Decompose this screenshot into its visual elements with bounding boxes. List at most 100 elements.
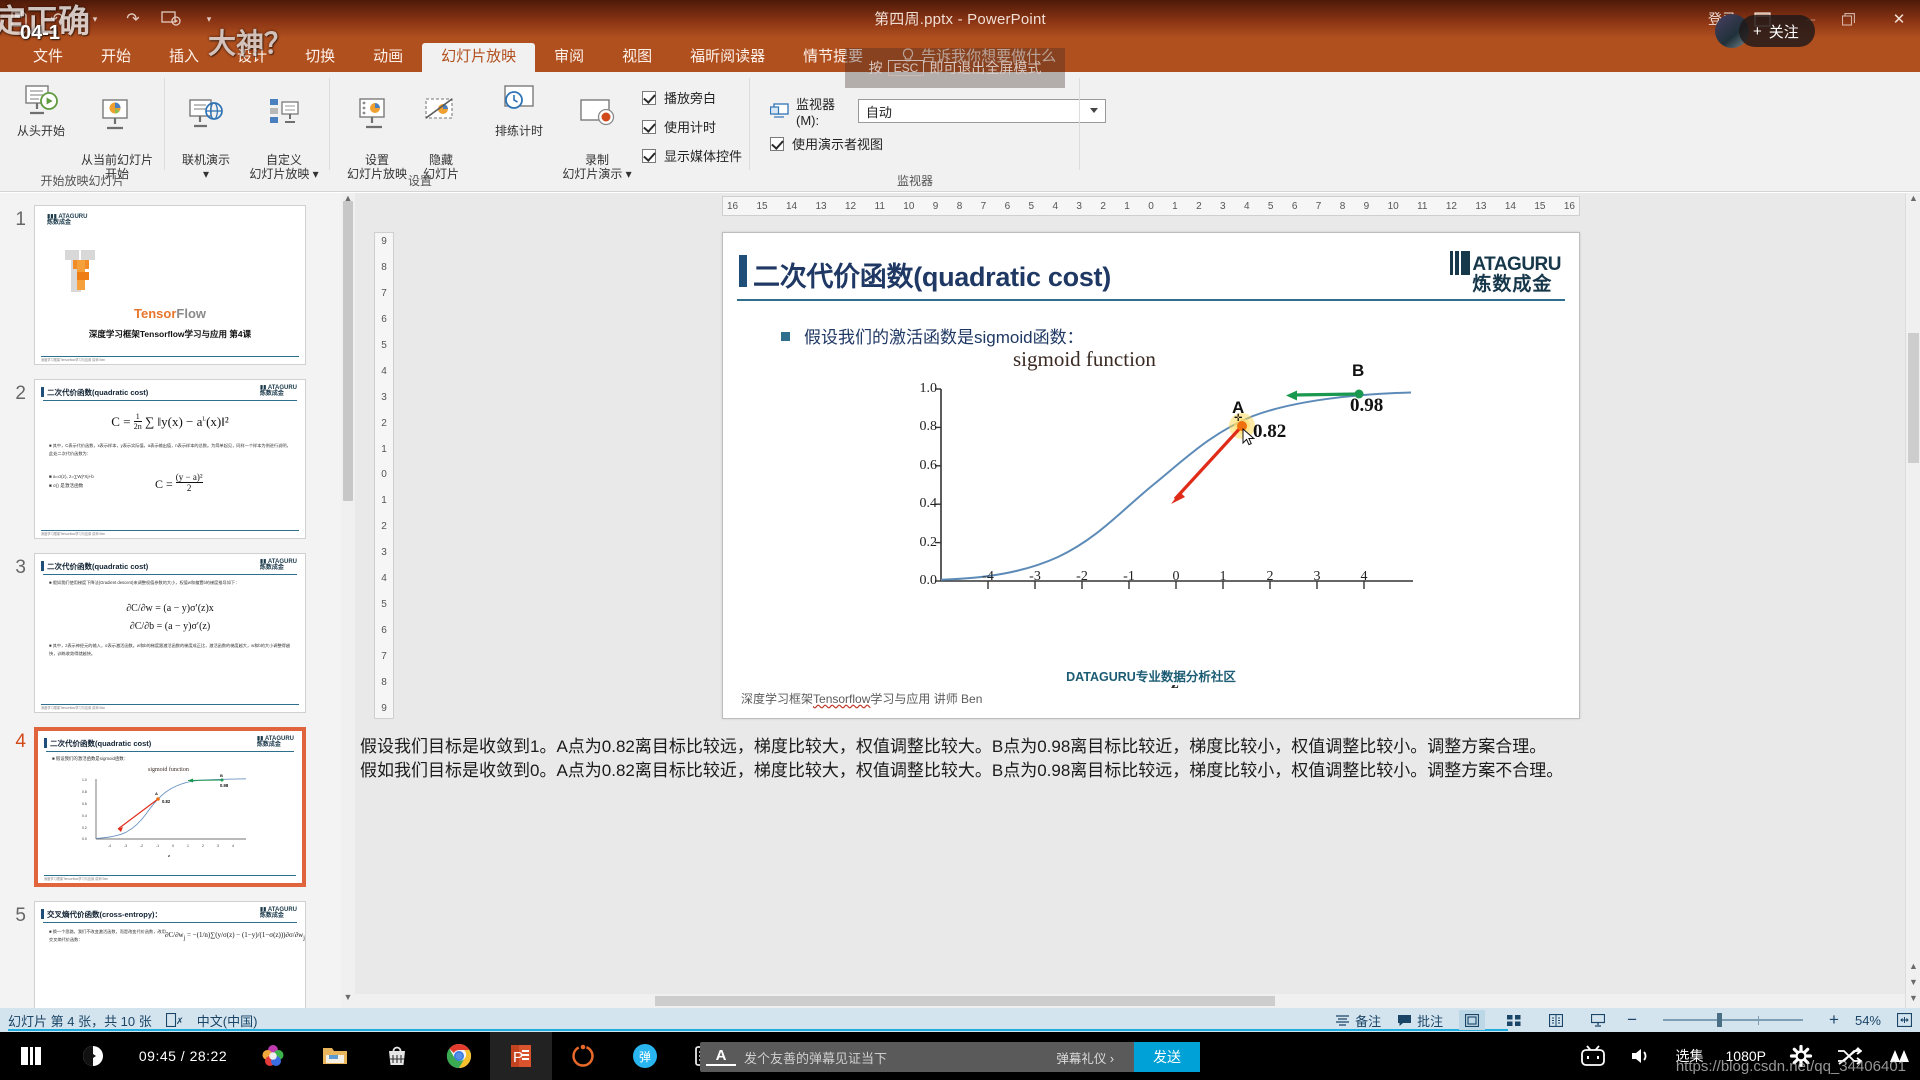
fit-to-window-icon[interactable] — [1897, 1013, 1912, 1027]
hide-slide-button[interactable]: 隐藏 幻灯片 — [402, 80, 480, 182]
powerpoint-icon[interactable]: P — [490, 1032, 552, 1080]
language-label[interactable]: 中文(中国) — [197, 1011, 258, 1030]
windows-start-icon[interactable] — [0, 1032, 62, 1080]
thumbnail-row-4[interactable]: 4 二次代价函数(quadratic cost) ▮▮ ATAGURU 炼数成金 … — [0, 727, 340, 887]
thumbnail-slide-4[interactable]: 二次代价函数(quadratic cost) ▮▮ ATAGURU 炼数成金 ■ … — [34, 727, 306, 887]
mini-logo: ▮▮ ATAGURU 炼数成金 — [259, 559, 297, 571]
follow-overlay[interactable]: + 关注 — [1715, 14, 1815, 48]
photos-icon[interactable] — [242, 1032, 304, 1080]
checkbox-presenter-view[interactable]: 使用演示者视图 — [770, 134, 883, 153]
thumbnail-slide-1[interactable]: ▮▮▮ ATAGURU 炼数成金 TensorFlow 深度学习框架Tensorf… — [34, 205, 306, 365]
view-reading-button[interactable] — [1543, 1010, 1569, 1030]
checkbox-box[interactable] — [642, 90, 656, 105]
thumbnail-slide-3[interactable]: 二次代价函数(quadratic cost) ▮▮ ATAGURU 炼数成金 ■ … — [34, 553, 306, 713]
checkbox-box[interactable] — [770, 136, 784, 151]
tab-file[interactable]: 文件 — [14, 43, 82, 72]
view-slide-sorter-button[interactable] — [1501, 1010, 1527, 1030]
store-icon[interactable] — [366, 1032, 428, 1080]
comments-toggle[interactable]: 批注 — [1397, 1011, 1443, 1030]
view-normal-button[interactable] — [1459, 1010, 1486, 1030]
start-from-beginning-button[interactable]: 从头开始 — [2, 80, 80, 138]
editor-horizontal-scrollbar[interactable] — [355, 994, 1905, 1008]
scroll-thumb[interactable] — [343, 201, 353, 501]
ubuntu-icon[interactable] — [552, 1032, 614, 1080]
notes-icon — [1335, 1014, 1350, 1027]
tab-transitions[interactable]: 切换 — [286, 43, 354, 72]
thumbnail-row-1[interactable]: 1 ▮▮▮ ATAGURU 炼数成金 TensorFlow 深度学习框架Tenso… — [0, 205, 340, 365]
tab-storyboard[interactable]: 情节提要 — [784, 43, 882, 72]
restore-button[interactable] — [1842, 12, 1868, 26]
scroll-thumb[interactable] — [1908, 333, 1919, 463]
chevron-down-icon[interactable] — [1090, 108, 1099, 113]
custom-slideshow-button[interactable]: 自定义 幻灯片放映 ▾ — [245, 80, 323, 182]
scroll-next-slide-icon[interactable]: ▼ — [1906, 977, 1920, 992]
thumbnail-row-5[interactable]: 5 交叉熵代价函数(cross-entropy)： ▮▮ ATAGURU 炼数成金… — [0, 901, 340, 1008]
tab-slideshow[interactable]: 幻灯片放映 — [422, 43, 536, 72]
rehearse-timings-button[interactable]: 排练计时 — [480, 80, 558, 138]
thumbnail-row-3[interactable]: 3 二次代价函数(quadratic cost) ▮▮ ATAGURU 炼数成金 … — [0, 553, 340, 713]
scroll-up-icon[interactable]: ▲ — [1906, 193, 1920, 208]
slide-thumbnail-pane[interactable]: 1 ▮▮▮ ATAGURU 炼数成金 TensorFlow 深度学习框架Tenso… — [0, 193, 355, 1008]
thumbnail-slide-2[interactable]: 二次代价函数(quadratic cost) ▮▮ ATAGURU 炼数成金 C … — [34, 379, 306, 539]
tab-insert[interactable]: 插入 — [150, 43, 218, 72]
record-slideshow-button[interactable]: 录制 幻灯片演示 ▾ — [558, 80, 636, 182]
close-button[interactable]: ✕ — [1886, 10, 1912, 28]
start-from-current-button[interactable]: 从当前幻灯片 开始 — [78, 80, 156, 182]
tab-animations[interactable]: 动画 — [354, 43, 422, 72]
follow-button[interactable]: + 关注 — [1739, 15, 1815, 47]
zoom-level-label[interactable]: 54% — [1855, 1013, 1881, 1028]
tell-me-box[interactable]: 告诉我你想要做什么 — [882, 42, 1075, 72]
danmu-input-box[interactable]: A 发个友善的弹幕见证当下 弹幕礼仪 › 发送 — [700, 1042, 1200, 1072]
notes-toggle[interactable]: 备注 — [1335, 1011, 1381, 1030]
zoom-slider[interactable] — [1653, 1013, 1813, 1027]
scroll-down-icon[interactable]: ▼ — [341, 992, 355, 1008]
slide-counter[interactable]: 幻灯片 第 4 张，共 10 张 — [8, 1011, 152, 1030]
slide-canvas[interactable]: 二次代价函数(quadratic cost) ATAGURU 炼数成金 假设我们… — [722, 232, 1580, 719]
thumbnail-number: 3 — [15, 557, 26, 578]
bilibili-danmu-icon[interactable]: 弹 — [614, 1032, 676, 1080]
x-tick-label: -2 — [1076, 569, 1088, 584]
present-online-button[interactable]: 联机演示 ▾ — [167, 80, 245, 182]
checkbox-box[interactable] — [642, 119, 656, 134]
tab-review[interactable]: 审阅 — [535, 43, 603, 72]
ruler-tick: 6 — [1004, 200, 1011, 212]
scroll-thumb[interactable] — [655, 996, 1275, 1006]
tab-foxit-reader[interactable]: 福昕阅读器 — [671, 43, 784, 72]
ribbon-tab-strip[interactable]: 文件 开始 插入 设计 切换 动画 幻灯片放映 审阅 视图 福昕阅读器 情节提要… — [0, 38, 1920, 72]
danmu-input-placeholder[interactable]: 发个友善的弹幕见证当下 — [744, 1048, 887, 1067]
monitor-row[interactable]: 监视器(M): 自动 — [770, 94, 1107, 128]
lightbulb-icon — [901, 48, 915, 64]
taskbar-icons[interactable]: 09:45 / 28:22 P 弹 — [0, 1032, 738, 1080]
volume-icon[interactable] — [1628, 1043, 1654, 1069]
tab-design[interactable]: 设计 — [218, 43, 286, 72]
zoom-in-button[interactable]: + — [1829, 1010, 1839, 1030]
editor-vertical-scrollbar[interactable]: ▲ ▲ ▼ ▼ — [1905, 193, 1920, 1008]
thumbnail-pane-scrollbar[interactable]: ▲ ▼ — [341, 193, 355, 1008]
notes-pane[interactable]: 假设我们目标是收敛到1。A点为0.82离目标比较远，梯度比较大，权值调整比较大。… — [360, 735, 1912, 805]
monitor-select[interactable]: 自动 — [857, 99, 1107, 123]
zoom-knob[interactable] — [1717, 1013, 1723, 1027]
danmu-etiquette-link[interactable]: 弹幕礼仪 › — [1056, 1048, 1114, 1067]
danmu-send-button[interactable]: 发送 — [1134, 1042, 1200, 1072]
checkbox-use-timings[interactable]: 使用计时 — [642, 117, 716, 136]
bilibili-logo-icon[interactable] — [1580, 1043, 1606, 1069]
slide-bullet-text[interactable]: 假设我们的激活函数是sigmoid函数： — [781, 323, 1084, 348]
scroll-prev-slide-icon[interactable]: ▲ — [1906, 961, 1920, 976]
checkbox-show-media-controls[interactable]: 显示媒体控件 — [642, 146, 742, 165]
tab-home[interactable]: 开始 — [82, 43, 150, 72]
view-slideshow-button[interactable] — [1585, 1010, 1611, 1030]
zoom-out-button[interactable]: − — [1627, 1010, 1637, 1030]
spellcheck-icon[interactable]: ✗ — [165, 1013, 183, 1027]
thumbnail-slide-5[interactable]: 交叉熵代价函数(cross-entropy)： ▮▮ ATAGURU 炼数成金 ■… — [34, 901, 306, 1008]
sigmoid-chart[interactable]: sigmoid function 1.0 0.8 0.6 0.4 0.2 0.0… — [893, 347, 1453, 692]
slide-title[interactable]: 二次代价函数(quadratic cost) — [753, 255, 1111, 294]
chrome-icon[interactable] — [428, 1032, 490, 1080]
danmu-style-icon[interactable]: A — [706, 1048, 736, 1066]
checkbox-box[interactable] — [642, 148, 656, 163]
checkbox-play-narrations[interactable]: 播放旁白 — [642, 88, 716, 107]
file-explorer-icon[interactable] — [304, 1032, 366, 1080]
volume-icon[interactable] — [62, 1032, 124, 1080]
thumbnail-row-2[interactable]: 2 二次代价函数(quadratic cost) ▮▮ ATAGURU 炼数成金 … — [0, 379, 340, 539]
scroll-down-icon[interactable]: ▼ — [1906, 993, 1920, 1008]
tab-view[interactable]: 视图 — [603, 43, 671, 72]
